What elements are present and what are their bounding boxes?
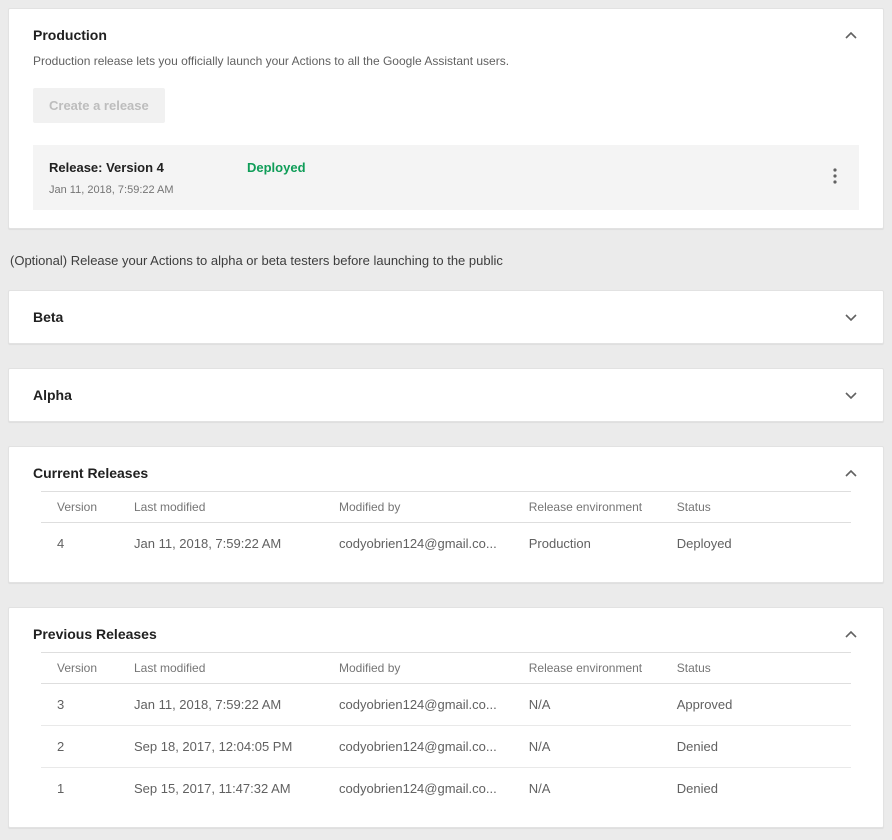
cell-status: Approved (661, 684, 851, 726)
column-header-last-modified: Last modified (118, 492, 323, 523)
beta-header[interactable]: Beta (9, 291, 883, 343)
beta-card: Beta (8, 290, 884, 344)
cell-version: 4 (41, 523, 118, 565)
table-row: 3 Jan 11, 2018, 7:59:22 AM codyobrien124… (41, 684, 851, 726)
cell-last-modified: Sep 15, 2017, 11:47:32 AM (118, 768, 323, 810)
table-row: 4 Jan 11, 2018, 7:59:22 AM codyobrien124… (41, 523, 851, 565)
production-description: Production release lets you officially l… (33, 53, 859, 70)
chevron-up-icon[interactable] (843, 30, 859, 41)
cell-last-modified: Jan 11, 2018, 7:59:22 AM (118, 523, 323, 565)
previous-releases-table: Version Last modified Modified by Releas… (41, 652, 851, 809)
previous-releases-header[interactable]: Previous Releases (9, 608, 883, 652)
cell-modified-by: codyobrien124@gmail.co... (323, 523, 513, 565)
cell-release-environment: N/A (513, 768, 661, 810)
previous-releases-title: Previous Releases (33, 626, 157, 642)
cell-status: Denied (661, 726, 851, 768)
alpha-title: Alpha (33, 387, 72, 403)
release-status-badge: Deployed (247, 160, 306, 175)
column-header-release-environment: Release environment (513, 653, 661, 684)
cell-version: 3 (41, 684, 118, 726)
column-header-release-environment: Release environment (513, 492, 661, 523)
cell-modified-by: codyobrien124@gmail.co... (323, 684, 513, 726)
alpha-card: Alpha (8, 368, 884, 422)
alpha-header[interactable]: Alpha (9, 369, 883, 421)
table-row: 2 Sep 18, 2017, 12:04:05 PM codyobrien12… (41, 726, 851, 768)
optional-note: (Optional) Release your Actions to alpha… (10, 253, 882, 268)
cell-last-modified: Jan 11, 2018, 7:59:22 AM (118, 684, 323, 726)
chevron-up-icon[interactable] (843, 629, 859, 640)
production-header[interactable]: Production (9, 9, 883, 53)
cell-release-environment: Production (513, 523, 661, 565)
cell-release-environment: N/A (513, 726, 661, 768)
cell-status: Denied (661, 768, 851, 810)
releases-page: Production Production release lets you o… (0, 0, 892, 840)
cell-modified-by: codyobrien124@gmail.co... (323, 726, 513, 768)
create-release-button[interactable]: Create a release (33, 88, 165, 123)
production-title: Production (33, 27, 107, 43)
chevron-up-icon[interactable] (843, 468, 859, 479)
cell-modified-by: codyobrien124@gmail.co... (323, 768, 513, 810)
column-header-status: Status (661, 492, 851, 523)
cell-release-environment: N/A (513, 684, 661, 726)
production-card: Production Production release lets you o… (8, 8, 884, 229)
release-row: Release: Version 4 Deployed Jan 11, 2018… (33, 145, 859, 210)
chevron-down-icon[interactable] (843, 390, 859, 401)
previous-releases-card: Previous Releases Version Last modified … (8, 607, 884, 828)
cell-status: Deployed (661, 523, 851, 565)
cell-version: 2 (41, 726, 118, 768)
column-header-version: Version (41, 653, 118, 684)
column-header-modified-by: Modified by (323, 653, 513, 684)
current-releases-table: Version Last modified Modified by Releas… (41, 491, 851, 564)
cell-version: 1 (41, 768, 118, 810)
beta-title: Beta (33, 309, 63, 325)
column-header-modified-by: Modified by (323, 492, 513, 523)
table-row: 1 Sep 15, 2017, 11:47:32 AM codyobrien12… (41, 768, 851, 810)
release-title: Release: Version 4 (49, 160, 247, 175)
kebab-menu-icon[interactable] (827, 164, 843, 193)
cell-last-modified: Sep 18, 2017, 12:04:05 PM (118, 726, 323, 768)
column-header-last-modified: Last modified (118, 653, 323, 684)
release-date: Jan 11, 2018, 7:59:22 AM (49, 184, 827, 196)
table-header-row: Version Last modified Modified by Releas… (41, 492, 851, 523)
current-releases-card: Current Releases Version Last modified M… (8, 446, 884, 583)
column-header-version: Version (41, 492, 118, 523)
current-releases-header[interactable]: Current Releases (9, 447, 883, 491)
column-header-status: Status (661, 653, 851, 684)
chevron-down-icon[interactable] (843, 312, 859, 323)
current-releases-title: Current Releases (33, 465, 148, 481)
table-header-row: Version Last modified Modified by Releas… (41, 653, 851, 684)
release-info: Release: Version 4 Deployed Jan 11, 2018… (49, 160, 827, 196)
